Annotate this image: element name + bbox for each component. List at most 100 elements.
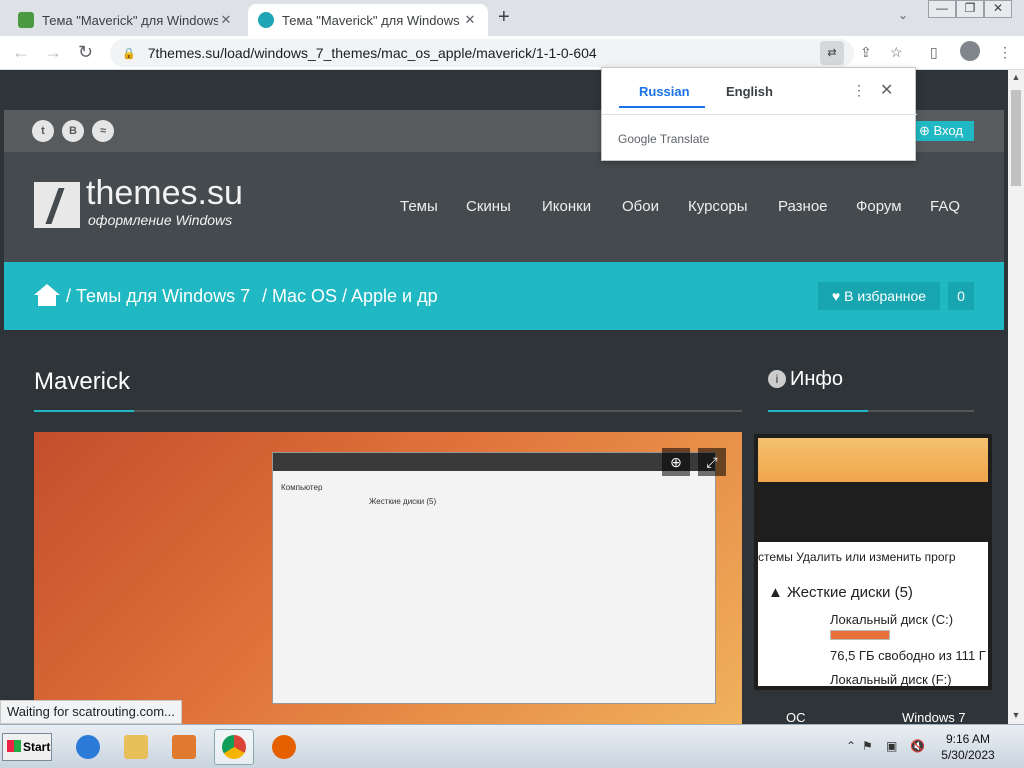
info-icon: i (768, 370, 786, 388)
home-icon[interactable] (34, 284, 60, 306)
lock-icon[interactable]: 🔒 (122, 47, 136, 60)
vk-icon[interactable]: B (62, 120, 84, 142)
preview-command-bar: стемы Удалить или изменить прогр (758, 550, 956, 564)
preview-section-heading: ▲ Жесткие диски (5) (768, 584, 913, 601)
translate-tab-english[interactable]: English (726, 84, 773, 99)
nav-wallpapers[interactable]: Обои (622, 198, 659, 215)
info-os-value: Windows 7 (902, 710, 966, 724)
preview-disk-free: 76,5 ГБ свободно из 111 Г (830, 648, 986, 663)
reload-button[interactable]: ↻ (78, 42, 93, 63)
site-favicon-icon (258, 12, 274, 28)
nav-icons[interactable]: Иконки (542, 198, 591, 215)
screenshot-window-label: Компьютер (281, 483, 323, 492)
translate-icon[interactable]: ⇄ (820, 41, 844, 65)
nav-cursors[interactable]: Курсоры (688, 198, 748, 215)
scroll-down-icon[interactable]: ▼ (1008, 710, 1024, 720)
firefox-icon[interactable] (264, 729, 304, 765)
login-button[interactable]: ⊕ Вход (908, 121, 974, 141)
rss-icon[interactable]: ≈ (92, 120, 114, 142)
breadcrumb-apple[interactable]: / Apple и др (342, 286, 438, 307)
info-divider (768, 410, 974, 412)
fullscreen-icon[interactable]: ⤢ (698, 448, 726, 476)
tab-title: Тема "Maverick" для Windows (42, 12, 218, 28)
nav-skins[interactable]: Скины (466, 198, 511, 215)
site-logo-icon[interactable] (34, 182, 80, 228)
nav-themes[interactable]: Темы (400, 198, 438, 215)
tab-inactive[interactable]: Тема "Maverick" для Windows ✕ (8, 4, 244, 36)
tab-active[interactable]: Тема "Maverick" для Windows ✕ (248, 4, 488, 36)
url-text[interactable]: 7themes.su/load/windows_7_themes/mac_os_… (148, 45, 597, 61)
volume-muted-icon[interactable]: 🔇 (910, 739, 925, 753)
twitter-icon[interactable]: t (32, 120, 54, 142)
internet-explorer-icon[interactable] (68, 729, 108, 765)
title-divider (34, 410, 742, 412)
screenshot-window-titlebar (273, 453, 715, 471)
scrollbar-thumb[interactable] (1011, 90, 1021, 186)
info-preview-image: стемы Удалить или изменить прогр ▲ Жестк… (754, 434, 992, 690)
show-hidden-icons[interactable]: ⌃ (846, 739, 856, 753)
screenshot-section-label: Жесткие диски (5) (369, 497, 437, 506)
preview-wallpaper-band (758, 438, 988, 482)
window-controls: — ❐ ✕ (928, 0, 1012, 18)
breadcrumb: / Темы для Windows 7 / Mac OS / Apple и … (4, 262, 1004, 330)
site-favicon-icon (18, 12, 34, 28)
taskbar: Start ⌃ ⚑ ▣ 🔇 9:16 AM 5/30/2023 (0, 724, 1024, 768)
browser-toolbar: ← → ↻ 🔒 7themes.su/load/windows_7_themes… (0, 36, 1024, 70)
new-tab-button[interactable]: + (498, 6, 510, 29)
google-translate-brand: Google Translate (618, 132, 710, 146)
scroll-up-icon[interactable]: ▲ (1008, 72, 1024, 82)
info-title: Инфо (790, 368, 843, 390)
breadcrumb-themes-win7[interactable]: / Темы для Windows 7 (66, 286, 250, 307)
media-player-icon[interactable] (164, 729, 204, 765)
file-explorer-icon[interactable] (116, 729, 156, 765)
theme-screenshot[interactable]: Компьютер Жесткие диски (5) ⊕ ⤢ (34, 432, 742, 724)
bookmark-star-icon[interactable]: ☆ (890, 44, 903, 61)
page-scrollbar[interactable]: ▲ ▼ (1008, 70, 1024, 724)
site-logo-text[interactable]: themes.su (86, 174, 243, 213)
preview-explorer-panel: стемы Удалить или изменить прогр ▲ Жестк… (758, 542, 988, 687)
clock-date: 5/30/2023 (941, 748, 995, 762)
breadcrumb-macos[interactable]: / Mac OS (262, 286, 337, 307)
tab-close-icon[interactable]: ✕ (462, 12, 478, 28)
forward-button[interactable]: → (44, 42, 62, 63)
screenshot-explorer-window: Компьютер Жесткие диски (5) (272, 452, 716, 704)
browser-menu-icon[interactable]: ⋮ (998, 44, 1012, 61)
tab-strip: Тема "Maverick" для Windows ✕ Тема "Mave… (0, 0, 1024, 36)
tab-close-icon[interactable]: ✕ (218, 12, 234, 28)
maximize-button[interactable]: ❐ (956, 0, 984, 18)
translate-popup: Russian English ⋮ ✕ Google Translate (601, 67, 917, 161)
add-to-favorites-button[interactable]: ♥ В избранное (818, 282, 940, 310)
web-page: t B ≈ ⊕ Вход themes.su оформление Window… (0, 70, 1008, 724)
site-tagline: оформление Windows (88, 212, 233, 228)
address-bar[interactable]: 🔒 7themes.su/load/windows_7_themes/mac_o… (110, 39, 854, 67)
favorites-count: 0 (948, 282, 974, 310)
nav-forum[interactable]: Форум (856, 198, 902, 215)
translate-tab-russian[interactable]: Russian (619, 84, 705, 108)
side-panel-icon[interactable]: ▯ (930, 44, 938, 61)
zoom-in-icon[interactable]: ⊕ (662, 448, 690, 476)
nav-misc[interactable]: Разное (778, 198, 828, 215)
back-button[interactable]: ← (12, 42, 30, 63)
windows-flag-icon (7, 740, 21, 752)
site-header: themes.su оформление Windows Темы Скины … (4, 152, 1004, 262)
tab-title: Тема "Maverick" для Windows (282, 12, 460, 28)
chrome-icon[interactable] (214, 729, 254, 765)
translate-close-icon[interactable]: ✕ (880, 80, 893, 100)
status-bubble: Waiting for scatrouting.com... (0, 700, 182, 724)
nav-faq[interactable]: FAQ (930, 198, 960, 215)
start-button[interactable]: Start (2, 733, 52, 761)
action-center-flag-icon[interactable]: ⚑ (862, 739, 873, 753)
clock[interactable]: 9:16 AM 5/30/2023 (936, 731, 1000, 763)
clock-time: 9:16 AM (945, 732, 991, 746)
share-icon[interactable]: ⇪ (860, 44, 872, 61)
translate-options-icon[interactable]: ⋮ (852, 82, 866, 99)
start-label: Start (23, 740, 51, 754)
window-close-button[interactable]: ✕ (984, 0, 1012, 18)
network-icon[interactable]: ▣ (886, 739, 897, 753)
preview-disk-c: Локальный диск (C:) (830, 612, 954, 627)
preview-disk-usage-bar (830, 630, 890, 640)
tab-search-dropdown-icon[interactable]: ⌄ (898, 8, 908, 22)
profile-avatar[interactable] (960, 41, 980, 61)
minimize-button[interactable]: — (928, 0, 956, 18)
info-os-label: ОС (786, 710, 806, 724)
